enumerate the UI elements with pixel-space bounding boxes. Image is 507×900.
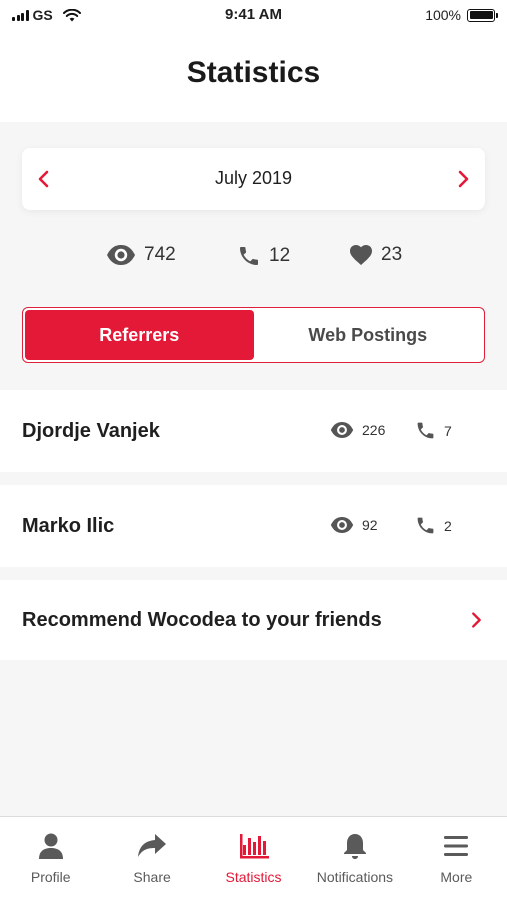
- menu-icon: [439, 831, 473, 861]
- referrer-views-value: 226: [362, 422, 386, 438]
- summary-likes: 23: [349, 244, 402, 266]
- bottom-nav: Profile Share Statistics Notifications M…: [0, 816, 507, 900]
- nav-profile-label: Profile: [30, 869, 71, 885]
- month-label: July 2019: [214, 168, 293, 188]
- referrer-name: Marko Ilic: [22, 515, 115, 537]
- nav-statistics-label: Statistics: [225, 869, 282, 885]
- nav-more-label: More: [440, 869, 473, 885]
- summary-views-value: 742: [144, 244, 176, 265]
- bell-icon: [338, 831, 372, 861]
- statistics-icon: [237, 831, 271, 861]
- referrer-row[interactable]: Marko Ilic 92 2: [0, 485, 507, 567]
- referrer-views: 92: [330, 516, 378, 534]
- person-icon: [34, 831, 68, 861]
- next-month-button[interactable]: [451, 167, 475, 191]
- status-right: 100%: [425, 7, 498, 23]
- summary-calls-value: 12: [269, 245, 291, 266]
- referrer-calls: 7: [415, 420, 452, 441]
- phone-icon: [240, 247, 258, 265]
- tab-web-postings[interactable]: Web Postings: [254, 310, 483, 360]
- battery-icon: [467, 8, 498, 22]
- nav-notifications-label: Notifications: [316, 869, 394, 885]
- tab-referrers[interactable]: Referrers: [25, 310, 254, 360]
- nav-notifications[interactable]: Notifications: [304, 817, 405, 900]
- battery-fill: [469, 11, 493, 19]
- eye-icon: [107, 245, 135, 265]
- nav-profile[interactable]: Profile: [0, 817, 101, 900]
- battery-label: 100%: [425, 7, 461, 23]
- referrer-calls-value: 7: [444, 422, 452, 439]
- page-title: Statistics: [186, 56, 321, 89]
- heart-icon: [350, 245, 372, 265]
- summary-likes-value: 23: [381, 244, 403, 265]
- referrer-name: Djordje Vanjek: [22, 420, 160, 442]
- phone-icon: [417, 517, 434, 534]
- nav-share-label: Share: [133, 869, 171, 885]
- nav-statistics[interactable]: Statistics: [203, 817, 304, 900]
- referrer-calls: 2: [415, 515, 452, 536]
- referrer-row[interactable]: Djordje Vanjek 226 7: [0, 390, 507, 472]
- nav-more[interactable]: More: [406, 817, 507, 900]
- referrer-views: 226: [330, 421, 385, 439]
- recommend-row[interactable]: Recommend Wocodea to your friends: [0, 580, 507, 660]
- referrer-views-value: 92: [362, 517, 378, 533]
- share-icon: [135, 831, 169, 861]
- title-bar: Statistics: [0, 32, 507, 122]
- nav-share[interactable]: Share: [101, 817, 202, 900]
- eye-icon: [330, 422, 354, 438]
- summary-calls: 12: [237, 244, 290, 268]
- status-bar: GS 9:41 AM 100%: [0, 0, 507, 32]
- chevron-right-icon: [458, 170, 469, 188]
- recommend-label: Recommend Wocodea to your friends: [22, 609, 382, 631]
- summary-views: 742: [106, 244, 176, 266]
- phone-icon: [417, 422, 434, 439]
- chevron-right-icon: [472, 612, 481, 628]
- summary-stats: 742 12 23: [0, 244, 507, 274]
- eye-icon: [330, 517, 354, 533]
- referrer-calls-value: 2: [444, 517, 452, 534]
- segmented-control: Referrers Web Postings: [22, 307, 485, 363]
- month-selector: July 2019: [22, 148, 485, 210]
